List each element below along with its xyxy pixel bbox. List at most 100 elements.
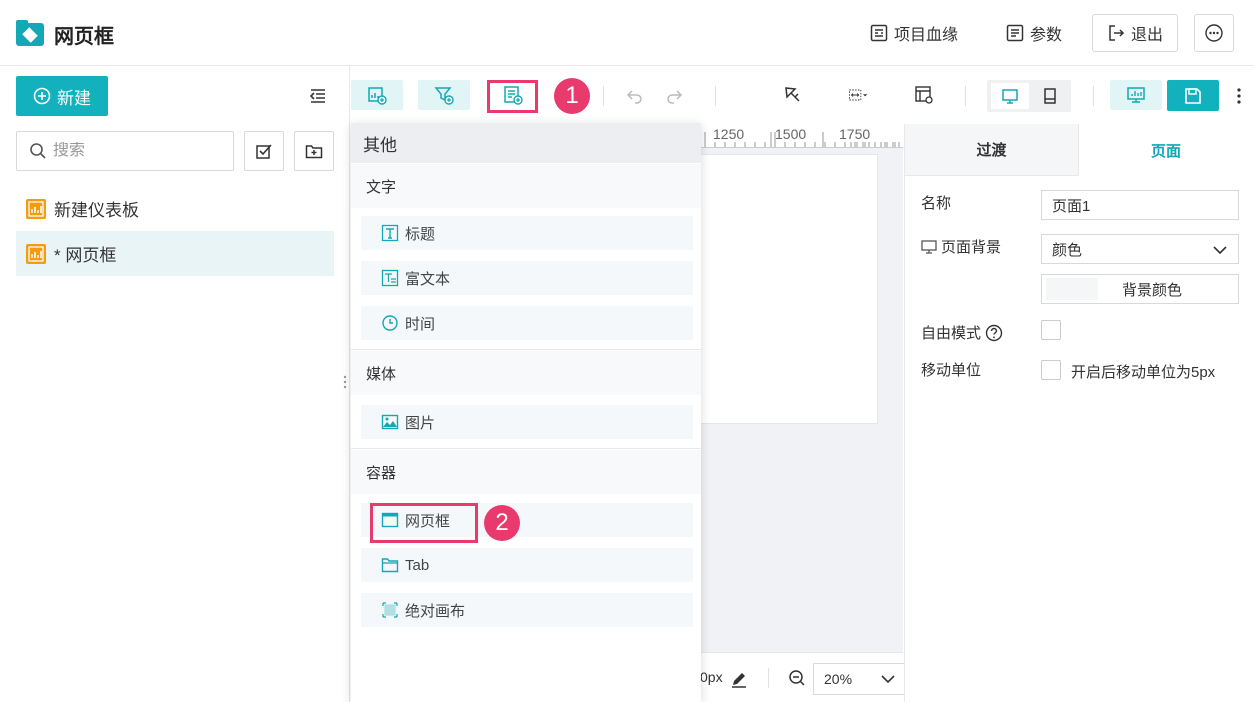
menu-item-time[interactable]: 时间 bbox=[361, 306, 693, 340]
project-lineage-button[interactable]: 项目血缘 bbox=[870, 14, 958, 52]
other-components-menu: 其他 文字 标题 富文本 时间 媒体 图片 容器 网页框 Tab 绝对画布 bbox=[351, 123, 701, 702]
dashboard-icon bbox=[26, 198, 46, 219]
search-box[interactable] bbox=[16, 131, 234, 171]
resize-handle-icon[interactable] bbox=[343, 374, 347, 390]
title-text-icon bbox=[381, 224, 399, 242]
add-filter-button[interactable] bbox=[418, 80, 470, 110]
new-button[interactable]: 新建 bbox=[16, 76, 108, 116]
move-unit-label: 移动单位 bbox=[921, 362, 982, 379]
search-icon bbox=[30, 143, 46, 159]
ellipsis-icon bbox=[1205, 24, 1223, 42]
save-icon bbox=[1185, 87, 1201, 104]
eraser-icon bbox=[785, 87, 800, 102]
tab-page[interactable]: 页面 bbox=[1079, 124, 1253, 176]
menu-item-label: 绝对画布 bbox=[405, 602, 466, 620]
app-logo-icon bbox=[16, 20, 44, 46]
desktop-icon bbox=[921, 239, 937, 254]
menu-item-image[interactable]: 图片 bbox=[361, 405, 693, 439]
layout-settings-button[interactable] bbox=[910, 80, 938, 110]
more-vertical-icon[interactable] bbox=[1236, 86, 1242, 106]
absolute-canvas-icon bbox=[382, 602, 398, 618]
background-type-select[interactable]: 颜色 bbox=[1041, 234, 1239, 264]
menu-item-title[interactable]: 标题 bbox=[361, 216, 693, 250]
tree-item-dashboard[interactable]: 新建仪表板 bbox=[16, 186, 334, 231]
background-color-label: 背景颜色 bbox=[1122, 281, 1183, 299]
tab-transition[interactable]: 过渡 bbox=[905, 124, 1079, 176]
ruler-label: 1500 bbox=[775, 126, 807, 142]
menu-item-tab[interactable]: Tab bbox=[361, 548, 693, 582]
new-button-label: 新建 bbox=[57, 88, 91, 108]
desktop-view-button[interactable] bbox=[991, 83, 1029, 109]
menu-divider bbox=[351, 448, 701, 449]
app-header: 网页框 项目血缘 参数 退出 bbox=[0, 0, 1254, 66]
move-unit-hint: 开启后移动单位为5px bbox=[1071, 364, 1216, 381]
lineage-icon bbox=[870, 24, 888, 42]
logout-button[interactable]: 退出 bbox=[1092, 14, 1179, 52]
toolbar-divider bbox=[965, 86, 966, 106]
move-unit-checkbox[interactable] bbox=[1041, 360, 1061, 380]
menu-item-absolute-canvas[interactable]: 绝对画布 bbox=[361, 593, 693, 627]
edit-size-icon[interactable] bbox=[730, 670, 748, 688]
background-color-picker[interactable]: 背景颜色 bbox=[1041, 274, 1239, 304]
page-size-text: 0px bbox=[700, 669, 723, 685]
device-toggle bbox=[987, 80, 1071, 112]
filter-add-icon bbox=[434, 87, 454, 105]
page-background-text: 页面背景 bbox=[941, 239, 1002, 256]
chart-add-icon bbox=[368, 87, 387, 105]
name-input-value: 页面1 bbox=[1052, 197, 1091, 215]
name-label: 名称 bbox=[921, 195, 952, 212]
tree-item-label: 新建仪表板 bbox=[54, 201, 139, 220]
preview-button[interactable] bbox=[1110, 80, 1162, 110]
menu-item-rich-text[interactable]: 富文本 bbox=[361, 261, 693, 295]
params-icon bbox=[1006, 24, 1024, 42]
ruler-label: 1250 bbox=[713, 126, 745, 142]
step-badge-2: 2 bbox=[484, 505, 520, 541]
mobile-view-button[interactable] bbox=[1031, 83, 1069, 109]
undo-button[interactable] bbox=[621, 80, 649, 110]
help-icon[interactable] bbox=[985, 324, 1003, 342]
resource-panel: 新建 新建仪表板 * 网页框 bbox=[0, 66, 350, 702]
menu-section-container: 容器 bbox=[351, 450, 701, 494]
dashboard-page[interactable] bbox=[700, 154, 878, 424]
tree-item-webframe[interactable]: * 网页框 bbox=[16, 231, 334, 276]
properties-panel: 过渡 页面 名称 页面1 页面背景 颜色 背景颜色 自由模式 移动单位 开启后移… bbox=[904, 124, 1254, 702]
image-icon bbox=[381, 414, 399, 430]
save-button[interactable] bbox=[1167, 80, 1219, 111]
step-badge-1: 1 bbox=[554, 78, 590, 114]
search-input[interactable] bbox=[53, 142, 213, 160]
collapse-panel-icon[interactable] bbox=[308, 86, 328, 106]
menu-item-label: 标题 bbox=[405, 225, 436, 243]
free-mode-label: 自由模式 bbox=[921, 322, 1003, 343]
add-chart-button[interactable] bbox=[351, 80, 403, 110]
desktop-icon bbox=[1002, 89, 1018, 104]
layout-gear-icon bbox=[915, 86, 933, 104]
zoom-select[interactable]: 20% bbox=[813, 663, 905, 695]
tab-folder-icon bbox=[381, 558, 399, 573]
align-dropdown-button[interactable] bbox=[841, 80, 875, 110]
zoom-out-icon[interactable] bbox=[788, 669, 806, 687]
redo-icon bbox=[667, 90, 683, 104]
undo-icon bbox=[626, 90, 642, 104]
rich-text-icon bbox=[381, 269, 399, 287]
new-folder-button[interactable] bbox=[294, 131, 334, 171]
free-mode-checkbox[interactable] bbox=[1041, 320, 1061, 340]
menu-item-label: Tab bbox=[405, 556, 430, 574]
clear-format-button[interactable] bbox=[778, 80, 808, 110]
dashboard-icon bbox=[26, 243, 46, 264]
chevron-down-icon bbox=[1213, 246, 1227, 255]
tree-item-label: * 网页框 bbox=[54, 246, 117, 265]
checkbox-icon bbox=[256, 144, 272, 159]
name-input[interactable]: 页面1 bbox=[1041, 190, 1239, 220]
toolbar-divider bbox=[715, 86, 716, 106]
batch-select-button[interactable] bbox=[244, 131, 284, 171]
more-options-button[interactable] bbox=[1194, 14, 1234, 52]
toolbar-divider bbox=[603, 86, 604, 106]
params-button[interactable]: 参数 bbox=[1006, 14, 1062, 52]
ruler-label: 1750 bbox=[839, 126, 871, 142]
bottom-divider bbox=[768, 668, 769, 688]
menu-section-text: 文字 bbox=[351, 164, 701, 208]
zoom-value: 20% bbox=[824, 671, 853, 687]
redo-button[interactable] bbox=[660, 80, 688, 110]
menu-item-label: 图片 bbox=[405, 414, 436, 432]
clock-icon bbox=[382, 315, 398, 331]
